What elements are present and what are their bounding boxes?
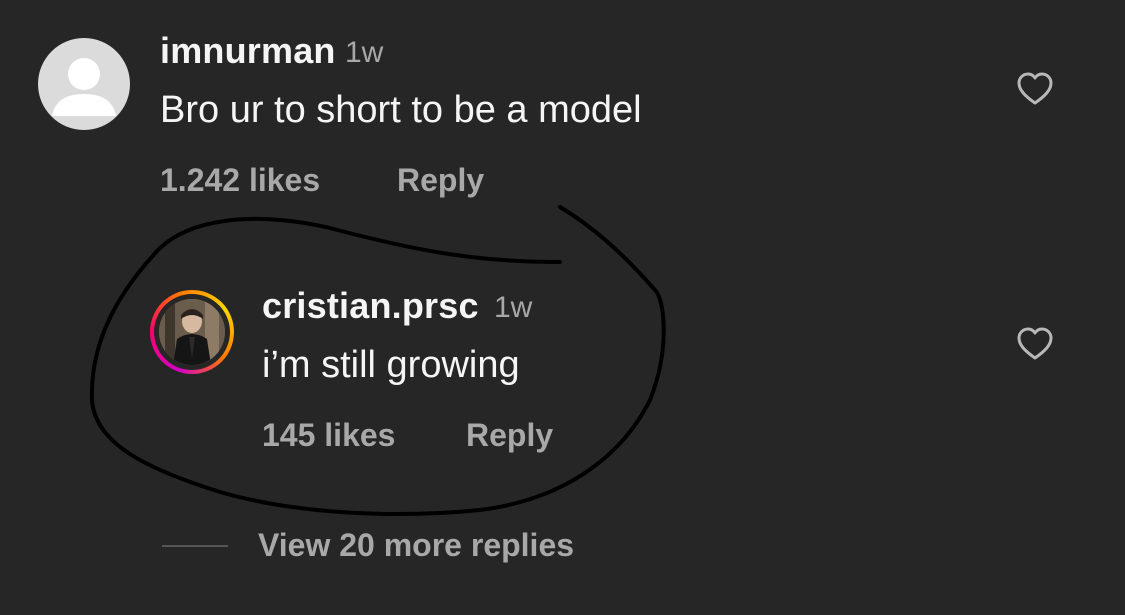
hand-drawn-circle-annotation — [89, 205, 666, 516]
